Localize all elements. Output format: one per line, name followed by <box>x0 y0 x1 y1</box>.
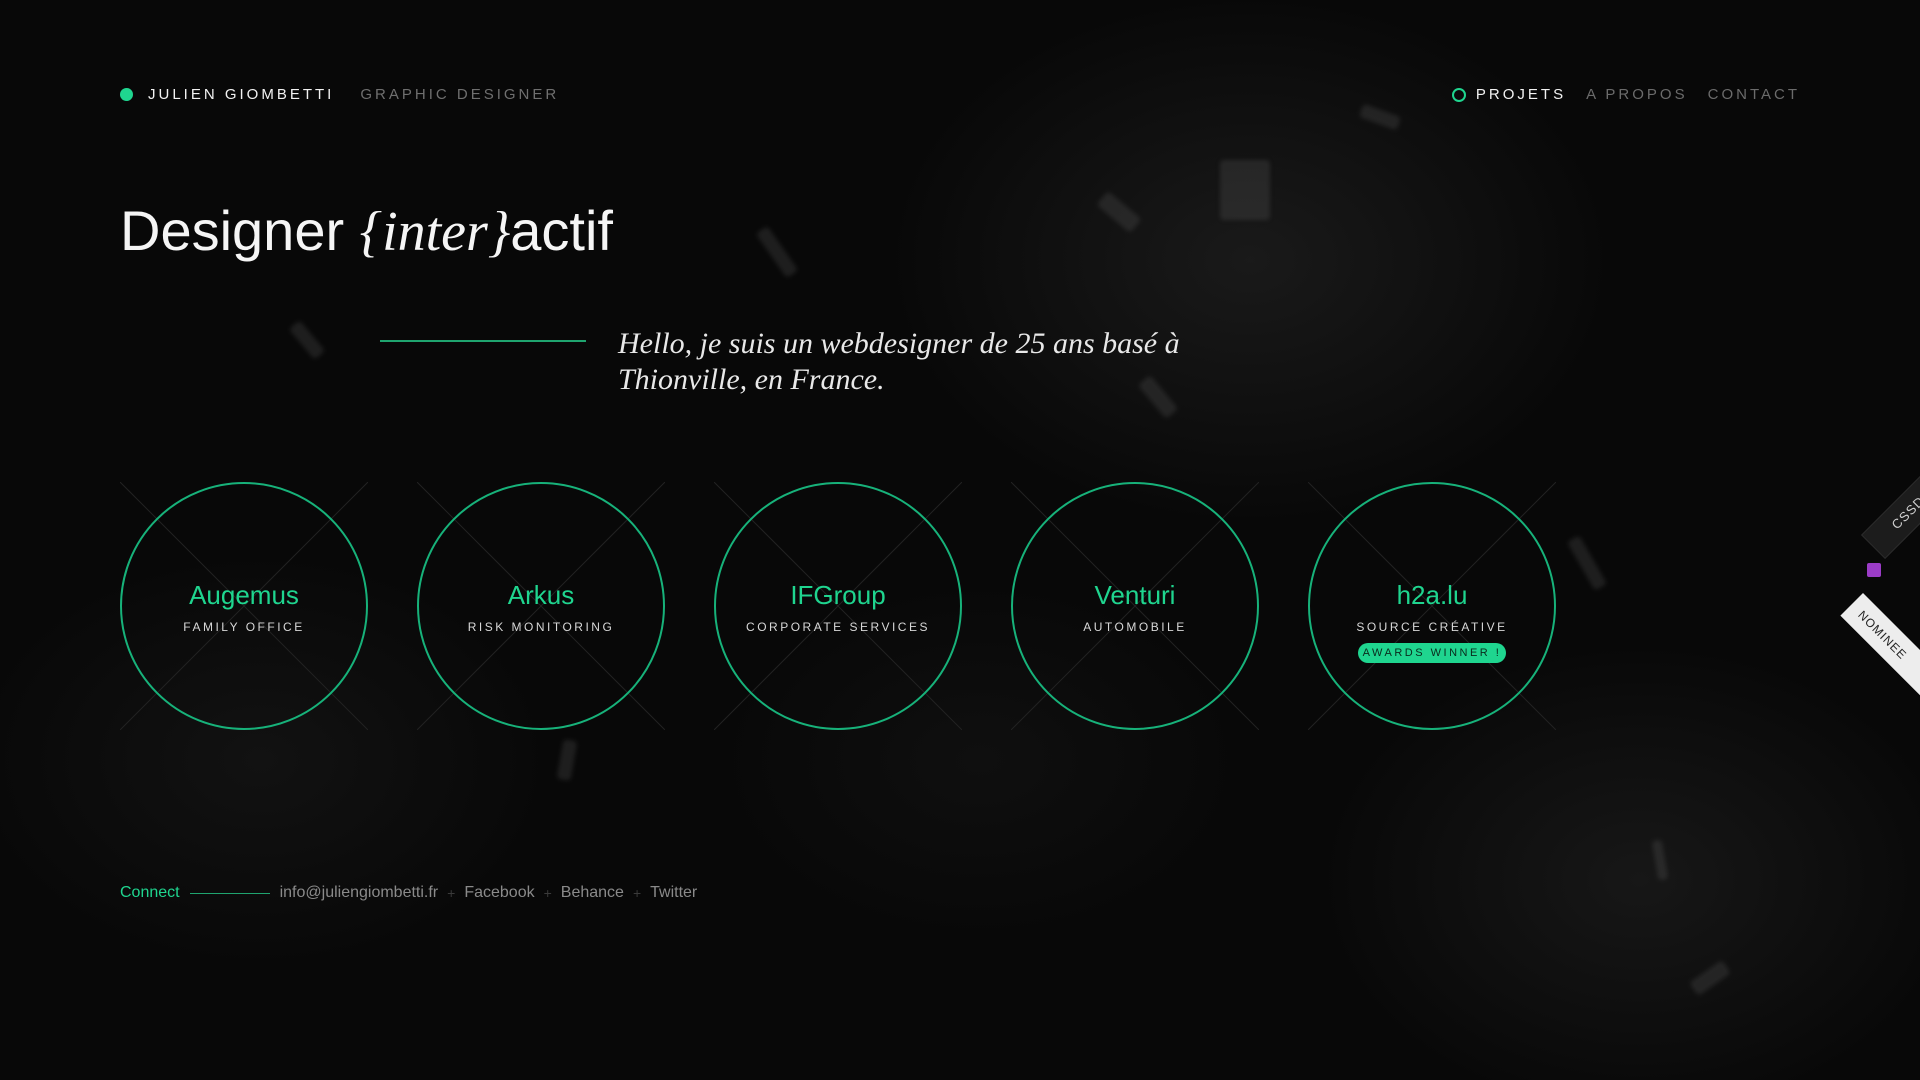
page-title: Designer {inter}actif <box>120 196 613 267</box>
brand-role: GRAPHIC DESIGNER <box>360 86 560 103</box>
awards-badge: AWARDS WINNER ! <box>1358 643 1506 663</box>
facebook-link[interactable]: Facebook <box>464 884 534 902</box>
behance-link[interactable]: Behance <box>561 884 624 902</box>
background-speck <box>288 320 326 360</box>
cssda-ribbon[interactable]: CSSDA NOMINEE <box>1840 436 1920 701</box>
link-separator: + <box>632 885 642 901</box>
project-h2a[interactable]: h2a.lu SOURCE CRÉATIVE AWARDS WINNER ! <box>1308 482 1556 730</box>
project-subtitle: AUTOMOBILE <box>1083 620 1187 634</box>
site-brand[interactable]: JULIEN GIOMBETTI GRAPHIC DESIGNER <box>120 86 559 103</box>
link-separator: + <box>543 885 552 901</box>
background-speck <box>1220 160 1270 220</box>
title-prefix: Designer <box>120 199 360 262</box>
nav-item-projets[interactable]: PROJETS <box>1476 86 1566 103</box>
project-title: Venturi <box>1094 580 1176 610</box>
project-subtitle: CORPORATE SERVICES <box>746 620 930 634</box>
nav-item-a-propos[interactable]: A PROPOS <box>1586 86 1688 103</box>
intro-divider <box>380 340 586 342</box>
main-nav: PROJETS A PROPOS CONTACT <box>1451 86 1800 103</box>
ribbon-cssda-label: CSSDA <box>1861 436 1920 560</box>
project-title: IFGroup <box>790 580 886 610</box>
project-title: Augemus <box>189 580 299 610</box>
title-suffix: actif <box>510 199 613 262</box>
link-separator: + <box>447 885 456 901</box>
connect-bar: Connect info@juliengiombetti.fr + Facebo… <box>120 884 697 902</box>
brand-name[interactable]: JULIEN GIOMBETTI <box>148 86 334 103</box>
connect-label: Connect <box>120 884 180 901</box>
background-speck <box>755 225 799 279</box>
project-subtitle: SOURCE CRÉATIVE <box>1356 620 1508 634</box>
twitter-link[interactable]: Twitter <box>650 884 697 902</box>
email-link[interactable]: info@juliengiombetti.fr <box>280 884 439 902</box>
background-speck <box>1689 959 1731 997</box>
page-background: JULIEN GIOMBETTI GRAPHIC DESIGNER PROJET… <box>0 0 1920 1080</box>
background-speck <box>1358 103 1402 131</box>
connect-divider <box>189 892 270 894</box>
project-ifgroup[interactable]: IFGroup CORPORATE SERVICES <box>714 482 962 730</box>
project-subtitle: FAMILY OFFICE <box>183 620 305 634</box>
brand-dot-icon <box>120 88 133 101</box>
title-italic: {inter} <box>359 201 511 263</box>
project-title: h2a.lu <box>1396 580 1468 610</box>
background-speck <box>1096 190 1142 234</box>
cssda-logo-icon <box>1867 563 1881 577</box>
project-augemus[interactable]: Augemus FAMILY OFFICE <box>120 482 368 730</box>
project-arkus[interactable]: Arkus RISK MONITORING <box>417 482 665 730</box>
background-speck <box>1566 535 1608 591</box>
background-speck <box>556 739 578 781</box>
nav-item-contact[interactable]: CONTACT <box>1708 86 1800 103</box>
project-subtitle: RISK MONITORING <box>467 620 615 634</box>
ribbon-nominee-label: NOMINEE <box>1840 593 1920 701</box>
project-title: Arkus <box>507 580 575 610</box>
active-nav-ring-icon <box>1451 87 1466 102</box>
intro-text: Hello, je suis un webdesigner de 25 ans … <box>618 327 1180 396</box>
background-speck <box>1651 839 1669 881</box>
project-venturi[interactable]: Venturi AUTOMOBILE <box>1011 482 1259 730</box>
